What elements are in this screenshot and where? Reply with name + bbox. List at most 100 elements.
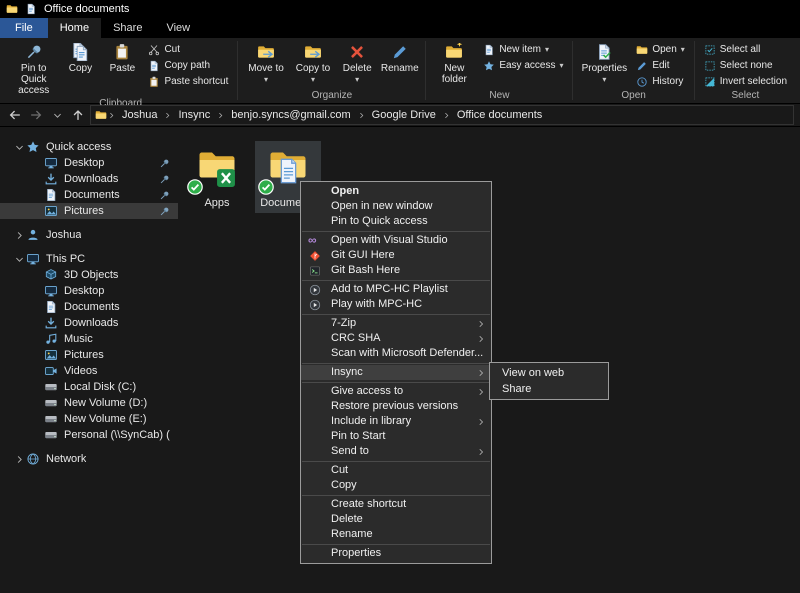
menu-item-add-to-mpc-hc-playlist[interactable]: Add to MPC-HC Playlist [301, 282, 491, 297]
chevron-down-icon[interactable] [12, 143, 26, 152]
sidebar-item-joshua[interactable]: Joshua [0, 227, 178, 243]
paste-button[interactable]: Paste [102, 41, 142, 76]
tab-view[interactable]: View [154, 18, 202, 38]
cut-button[interactable]: Cut [144, 42, 232, 57]
breadcrumb-separator-icon[interactable] [443, 112, 450, 119]
breadcrumb-insync[interactable]: Insync [172, 109, 216, 121]
delete-button[interactable]: Delete ▾ [337, 41, 377, 87]
sidebar-item-label: Desktop [64, 285, 104, 297]
menu-item-create-shortcut[interactable]: Create shortcut [301, 497, 491, 512]
menu-item-delete[interactable]: Delete [301, 512, 491, 527]
sidebar-item-pictures[interactable]: Pictures [0, 203, 178, 219]
menu-item-label: Open [331, 185, 359, 197]
sidebar-item-label: New Volume (D:) [64, 397, 147, 409]
menu-item-play-with-mpc-hc[interactable]: Play with MPC-HC [301, 297, 491, 312]
menu-item-git-gui-here[interactable]: Git GUI Here [301, 248, 491, 263]
sidebar-item-quick-access[interactable]: Quick access [0, 139, 178, 155]
menu-item-cut[interactable]: Cut [301, 463, 491, 478]
tab-file[interactable]: File [0, 18, 48, 38]
breadcrumb-account[interactable]: benjo.syncs@gmail.com [225, 109, 356, 121]
menu-item-restore-previous-versions[interactable]: Restore previous versions [301, 399, 491, 414]
breadcrumb-office-documents[interactable]: Office documents [451, 109, 548, 121]
edit-button[interactable]: Edit [632, 58, 688, 73]
menu-item-open[interactable]: Open [301, 184, 491, 199]
sidebar-item-downloads-pc[interactable]: Downloads [0, 315, 178, 331]
menu-item-give-access-to[interactable]: Give access to [301, 384, 491, 399]
properties-button[interactable]: Properties ▾ [578, 41, 630, 87]
menu-item-pin-to-quick-access[interactable]: Pin to Quick access [301, 214, 491, 229]
sidebar-item-new-volume-d[interactable]: New Volume (D:) [0, 395, 178, 411]
sidebar-item-documents[interactable]: Documents [0, 187, 178, 203]
new-folder-label: New folder [434, 63, 474, 85]
sidebar-item-3d-objects[interactable]: 3D Objects [0, 267, 178, 283]
chevron-down-icon[interactable] [12, 255, 26, 264]
sidebar-item-pictures-pc[interactable]: Pictures [0, 347, 178, 363]
sidebar-item-music[interactable]: Music [0, 331, 178, 347]
sidebar-item-videos[interactable]: Videos [0, 363, 178, 379]
paste-shortcut-button[interactable]: Paste shortcut [144, 74, 232, 89]
menu-separator [302, 382, 490, 383]
menu-item-copy[interactable]: Copy [301, 478, 491, 493]
open-button[interactable]: Open ▾ [632, 42, 688, 57]
sidebar-item-this-pc[interactable]: This PC [0, 251, 178, 267]
rename-button[interactable]: Rename [379, 41, 420, 76]
select-none-button[interactable]: Select none [700, 58, 791, 73]
sidebar-item-personal-y[interactable]: Personal (\\SynCab) (Y:) [0, 427, 178, 443]
chevron-right-icon[interactable] [12, 455, 26, 464]
submenu-item-view-on-web[interactable]: View on web [490, 365, 608, 381]
menu-item-include-in-library[interactable]: Include in library [301, 414, 491, 429]
submenu-item-share[interactable]: Share [490, 381, 608, 397]
breadcrumb-google-drive[interactable]: Google Drive [366, 109, 442, 121]
menu-item-scan-with-microsoft-defender[interactable]: Scan with Microsoft Defender... [301, 346, 491, 361]
pin-to-quick-access-button[interactable]: Pin to Quick access [9, 41, 58, 98]
network-globe-icon [26, 452, 40, 466]
sidebar-item-downloads[interactable]: Downloads [0, 171, 178, 187]
new-item-button[interactable]: New item ▾ [479, 42, 567, 57]
menu-item-pin-to-start[interactable]: Pin to Start [301, 429, 491, 444]
file-item-apps[interactable]: Apps [184, 141, 250, 213]
sidebar-item-new-volume-e[interactable]: New Volume (E:) [0, 411, 178, 427]
menu-item-properties[interactable]: Properties [301, 546, 491, 561]
ribbon-group-open-body: Properties ▾ Open ▾ Edit History [573, 38, 693, 90]
quick-access-toolbar-icon[interactable] [25, 3, 37, 15]
menu-item-rename[interactable]: Rename [301, 527, 491, 542]
menu-item-open-in-new-window[interactable]: Open in new window [301, 199, 491, 214]
sidebar-item-label: Documents [64, 189, 120, 201]
select-all-button[interactable]: Select all [700, 42, 791, 57]
sidebar-item-network[interactable]: Network [0, 451, 178, 467]
forward-button[interactable] [27, 106, 45, 124]
move-to-button[interactable]: Move to ▾ [243, 41, 288, 87]
properties-label: Properties [582, 63, 628, 74]
menu-item-insync[interactable]: Insync [301, 365, 491, 380]
sidebar-item-documents-pc[interactable]: Documents [0, 299, 178, 315]
copy-to-button[interactable]: Copy to ▾ [291, 41, 335, 87]
up-button[interactable] [69, 106, 87, 124]
new-folder-button[interactable]: New folder [431, 41, 477, 87]
address-bar[interactable]: Joshua Insync benjo.syncs@gmail.com Goog… [90, 105, 794, 125]
invert-selection-button[interactable]: Invert selection [700, 74, 791, 89]
menu-item-crc-sha[interactable]: CRC SHA [301, 331, 491, 346]
sidebar-item-desktop[interactable]: Desktop [0, 155, 178, 171]
copy-path-button[interactable]: Copy path [144, 58, 232, 73]
tab-home[interactable]: Home [48, 18, 101, 38]
tab-share[interactable]: Share [101, 18, 154, 38]
easy-access-button[interactable]: Easy access ▾ [479, 58, 567, 73]
menu-item-open-with-visual-studio[interactable]: ∞ Open with Visual Studio [301, 233, 491, 248]
sidebar-item-desktop-pc[interactable]: Desktop [0, 283, 178, 299]
chevron-right-icon[interactable] [12, 231, 26, 240]
copy-button[interactable]: Copy [60, 41, 100, 76]
sidebar-item-local-disk-c[interactable]: Local Disk (C:) [0, 379, 178, 395]
breadcrumb-separator-icon[interactable] [108, 112, 115, 119]
breadcrumb-separator-icon[interactable] [217, 112, 224, 119]
menu-item-send-to[interactable]: Send to [301, 444, 491, 459]
breadcrumb-separator-icon[interactable] [164, 112, 171, 119]
recent-locations-dropdown-icon[interactable] [48, 106, 66, 124]
menu-item-git-bash-here[interactable]: Git Bash Here [301, 263, 491, 278]
menu-item-7-zip[interactable]: 7-Zip [301, 316, 491, 331]
breadcrumb-joshua[interactable]: Joshua [116, 109, 163, 121]
breadcrumb-separator-icon[interactable] [358, 112, 365, 119]
back-button[interactable] [6, 106, 24, 124]
history-button[interactable]: History [632, 74, 688, 89]
open-label: Open [652, 44, 676, 55]
submenu-arrow-icon [477, 388, 485, 396]
